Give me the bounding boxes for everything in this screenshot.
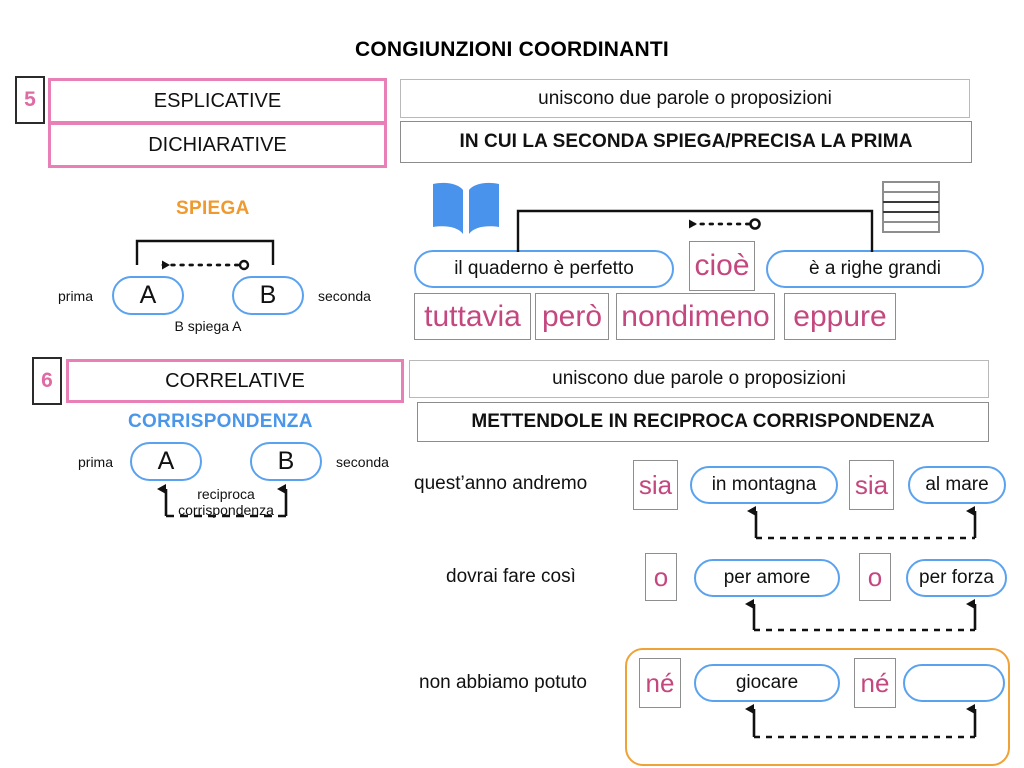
example2-conjunction-1: o — [645, 553, 677, 601]
definition-correlative-bottom: METTENDOLE IN RECIPROCA CORRISPONDENZA — [417, 402, 989, 442]
schema-corr-node-a: A — [130, 442, 202, 481]
example3-clause-1: giocare — [694, 664, 840, 702]
conjunction-pero: però — [535, 293, 609, 340]
conjunction-cioe: cioè — [689, 241, 755, 291]
schema-corr-node-b: B — [250, 442, 322, 481]
example2-conjunction-2: o — [859, 553, 891, 601]
example-clause-second: è a righe grandi — [766, 250, 984, 288]
schema-corr-label-seconda: seconda — [336, 454, 389, 470]
section-number-6: 6 — [32, 357, 62, 405]
conjunction-tuttavia: tuttavia — [414, 293, 531, 340]
schema-corr-label-prima: prima — [78, 454, 114, 470]
category-correlative[interactable]: CORRELATIVE — [66, 359, 404, 403]
example3-conjunction-1: né — [639, 658, 681, 708]
conjunction-nondimeno: nondimeno — [616, 293, 775, 340]
schema-spiega-label-seconda: seconda — [318, 288, 371, 304]
slide-canvas: CONGIUNZIONI COORDINANTI 5 ESPLICATIVE D… — [0, 0, 1024, 768]
caption-corrispondenza: CORRISPONDENZA — [128, 411, 313, 432]
example1-clause-2: al mare — [908, 466, 1006, 504]
example3-clause-2 — [903, 664, 1005, 702]
schema-spiega-connector — [135, 239, 275, 271]
example1-lead: quest’anno andremo — [414, 473, 588, 494]
category-dichiarative[interactable]: DICHIARATIVE — [48, 122, 387, 168]
category-esplicative[interactable]: ESPLICATIVE — [48, 78, 387, 124]
definition-correlative-top: uniscono due parole o proposizioni — [409, 360, 989, 398]
definition-esplicative-top: uniscono due parole o proposizioni — [400, 79, 970, 118]
conjunction-eppure: eppure — [784, 293, 896, 340]
schema-spiega-node-a: A — [112, 276, 184, 315]
caption-spiega: SPIEGA — [176, 198, 250, 219]
section-number-5: 5 — [15, 76, 45, 124]
example3-conjunction-2: né — [854, 658, 896, 708]
example2-lead: dovrai fare così — [446, 566, 576, 587]
example2-clause-1: per amore — [694, 559, 840, 597]
definition-esplicative-bottom: IN CUI LA SECONDA SPIEGA/PRECISA LA PRIM… — [400, 121, 972, 163]
schema-corr-caption-line1: reciproca — [197, 486, 255, 502]
schema-spiega-caption: B spiega A — [174, 318, 242, 334]
open-book-icon — [430, 180, 502, 238]
example2-clause-2: per forza — [906, 559, 1007, 597]
schema-corr-caption-line2: corrispondenza — [178, 502, 274, 518]
example1-connector — [747, 506, 977, 540]
example2-connector — [745, 599, 977, 632]
example1-conjunction-2: sia — [849, 460, 894, 510]
example3-lead: non abbiamo potuto — [419, 672, 587, 693]
example1-clause-1: in montagna — [690, 466, 838, 504]
example1-conjunction-1: sia — [633, 460, 678, 510]
page-title: CONGIUNZIONI COORDINANTI — [355, 38, 669, 61]
schema-spiega-label-prima: prima — [58, 288, 94, 304]
lined-paper-icon — [882, 181, 940, 233]
example-clause-first: il quaderno è perfetto — [414, 250, 674, 288]
schema-spiega-node-b: B — [232, 276, 304, 315]
